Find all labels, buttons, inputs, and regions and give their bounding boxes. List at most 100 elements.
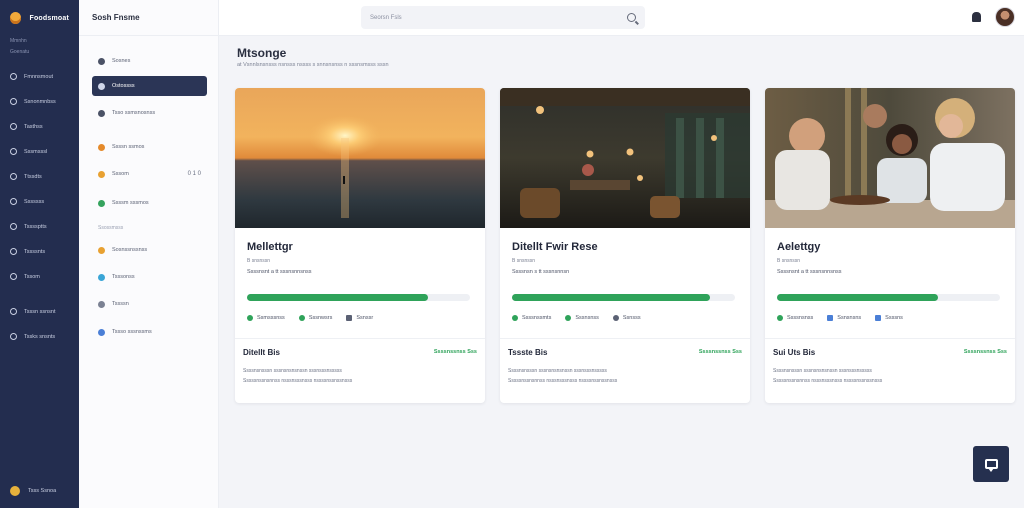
card-footer-status[interactable]: Ssssnssnss Sss	[964, 349, 1007, 355]
card-footer-status[interactable]: Ssssnssnss Sss	[434, 349, 477, 355]
progress-bar	[512, 294, 735, 301]
card-divider	[235, 338, 485, 339]
card-footer-title: Ditellt Bis	[243, 348, 280, 357]
sidebar-item[interactable]: Ssssn ssmos	[92, 137, 207, 157]
sidebar-title: Sosh Fnsme	[79, 0, 218, 36]
rail-item[interactable]: Tssssptts	[0, 214, 79, 239]
rail-item[interactable]: Ttssdts	[0, 164, 79, 189]
status-dot-icon	[298, 315, 305, 321]
card-meta: B snsnssn	[247, 258, 271, 264]
chart-icon	[10, 198, 17, 205]
card-footer-text: Sssssnssnsnnss nsssnsssnsss nssssnssnssn…	[508, 378, 618, 384]
rail-item-label: Fmnnsmout	[24, 73, 54, 80]
tag[interactable]: Ssnsss	[612, 315, 641, 321]
feature-card[interactable]: Aelettgy B snsnssn Ssssnsnt a tt sssnsnn…	[765, 88, 1015, 403]
user-icon	[10, 273, 17, 280]
tag-label: Ssssns	[885, 315, 903, 321]
status-dot-icon	[612, 315, 619, 321]
sidebar-item-label: Ssssm sssmos	[112, 200, 149, 206]
card-title: Mellettgr	[247, 241, 293, 253]
help-icon	[10, 308, 17, 315]
card-footer-text: Sssssnssnsnnss nsssnsssnsss nssssnssnssn…	[773, 378, 883, 384]
rail-item[interactable]: Tssssnts	[0, 239, 79, 264]
rail-item-label: Sssssss	[24, 198, 45, 205]
sidebar-item[interactable]: Tsso ssmsnosnss	[92, 103, 207, 123]
card-detail: Ssssnsnt a tt sssnsnnsnss	[247, 269, 312, 275]
sidebar-item[interactable]: Ssssm sssmos	[92, 193, 207, 213]
search-input[interactable]: Seorsn Fsls	[370, 15, 627, 21]
tag[interactable]: Ssssns	[875, 315, 903, 321]
square-icon	[346, 315, 353, 321]
card-divider	[765, 338, 1015, 339]
app-brand[interactable]: Foodsmoat	[0, 0, 79, 36]
tag-label: Sssnsnss	[575, 315, 599, 321]
rail-bottom-item[interactable]: Tsss Ssnoa	[0, 486, 79, 496]
tag[interactable]: Sssnsnss	[565, 315, 599, 321]
sunset-photo	[235, 88, 485, 228]
lightbulb-icon	[98, 246, 105, 254]
tag[interactable]: Sssnwsrs	[298, 315, 332, 321]
tag[interactable]: Ssnsnsns	[827, 315, 861, 321]
rail-item[interactable]: Sssssss	[0, 189, 79, 214]
sidebar-item[interactable]: Tssssn	[92, 294, 207, 314]
rail-item-label: Ssnonmnbss	[24, 98, 56, 105]
card-footer-title: Tssste Bis	[508, 348, 548, 357]
tag-label: Ssssnssmts	[522, 315, 552, 321]
page-subtitle: at Vsnnlsnsnsss nsnsss nssss s snnsnsnss…	[237, 62, 389, 68]
card-title: Aelettgy	[777, 241, 821, 253]
tag[interactable]: Ssnssr	[346, 315, 373, 321]
rail-item[interactable]: Sssmsssl	[0, 139, 79, 164]
sidebar-item-label: Tsso ssmsnosnss	[112, 110, 156, 116]
page-title: Mtsonge	[237, 46, 287, 60]
rail-item[interactable]: Tssks snsnts	[0, 324, 79, 349]
sun-icon	[10, 486, 20, 496]
folder-icon	[98, 109, 105, 117]
sidebar-item[interactable]: Tssso sssnssms	[92, 322, 207, 342]
search-bar[interactable]: Seorsn Fsls	[361, 6, 645, 29]
sidebar-item-active[interactable]: Ostossss	[92, 76, 207, 96]
sidebar-item[interactable]: Tsssonss	[92, 267, 207, 287]
rail-item[interactable]: Tssom	[0, 264, 79, 289]
sidebar-item[interactable]: Sssom 0 1 0	[92, 164, 207, 184]
card-footer-status[interactable]: Ssssnssnss Sss	[699, 349, 742, 355]
card-detail: Ssssnsnt a tt sssnsnnsnss	[777, 269, 842, 275]
sidebar-item-label: Sosnes	[112, 58, 131, 64]
rail-item-label: Tasthss	[24, 123, 43, 130]
bell-icon[interactable]	[972, 12, 981, 22]
rail-item[interactable]: Fmnnsmout	[0, 64, 79, 89]
rail-item[interactable]: Tasthss	[0, 114, 79, 139]
sidebar-item-label: Tssssn	[112, 301, 129, 307]
card-meta: B snsnssn	[777, 258, 801, 264]
app-rail: Foodsmoat Mmnhn Goenatu Fmnnsmout Ssnonm…	[0, 0, 79, 508]
progress-fill	[777, 294, 938, 301]
status-dot-icon	[512, 315, 518, 321]
status-dot-icon	[247, 315, 253, 321]
sidebar-item[interactable]: Sosnes	[92, 51, 207, 71]
status-dot-icon	[777, 315, 783, 321]
rail-item[interactable]: Ssnonmnbss	[0, 89, 79, 114]
gear-icon	[10, 98, 17, 105]
tag[interactable]: Ssssnsnss	[777, 315, 813, 321]
tag-label: Ssnssr	[356, 315, 374, 321]
star-icon	[98, 170, 105, 178]
tag-row: Ssssnssmts Sssnsnss Ssnsss	[512, 315, 641, 321]
document-icon	[10, 148, 17, 155]
rail-item[interactable]: Tsssn ssnsnt	[0, 299, 79, 324]
avatar[interactable]	[995, 7, 1015, 27]
tag[interactable]: Ssssnssmts	[512, 315, 551, 321]
settings-icon	[10, 248, 17, 255]
feature-card[interactable]: Mellettgr B snsnssn Ssssnsnt a tt sssnsn…	[235, 88, 485, 403]
sidebar-item-label: Sssom	[112, 171, 129, 177]
dashboard-icon	[10, 73, 17, 80]
sidebar-item[interactable]: Sosnssnssnss	[92, 240, 207, 260]
chat-button[interactable]	[973, 446, 1009, 482]
progress-fill	[247, 294, 428, 301]
tag-row: Ssssnsnss Ssnsnsns Ssssns	[777, 315, 903, 321]
rail-item-label: Tssssptts	[24, 223, 47, 230]
search-icon[interactable]	[627, 13, 636, 22]
feature-card[interactable]: Ditellt Fwir Rese B snsnssn Ssssnsn s tt…	[500, 88, 750, 403]
sidebar-section-label: Ssossmsss	[98, 225, 124, 231]
tag[interactable]: Ssmsssnss	[247, 315, 285, 321]
top-bar: Seorsn Fsls	[219, 0, 1024, 36]
status-dot-icon	[565, 315, 572, 321]
